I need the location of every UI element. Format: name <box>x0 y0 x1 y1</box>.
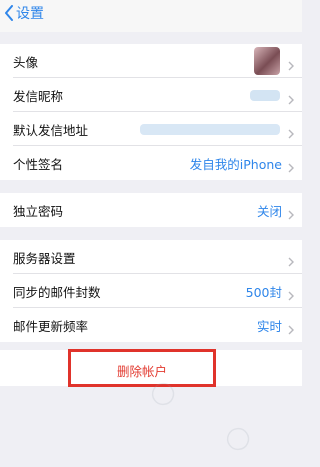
password-row[interactable]: 独立密码 关闭 <box>0 193 302 227</box>
chevron-right-icon <box>288 124 294 143</box>
chevron-right-icon <box>288 158 294 177</box>
chevron-right-icon <box>288 56 294 75</box>
signature-row[interactable]: 个性签名 发自我的iPhone <box>0 146 302 180</box>
server-group: 服务器设置 同步的邮件封数 500封 邮件更新频率 实时 <box>0 240 302 342</box>
delete-account-button[interactable]: 删除帐户 <box>68 349 216 387</box>
update-frequency-value: 实时 <box>256 319 282 334</box>
security-group: 独立密码 关闭 <box>0 193 302 227</box>
delete-account-label: 删除帐户 <box>116 364 167 379</box>
update-frequency-label: 邮件更新频率 <box>13 319 89 334</box>
chevron-right-icon <box>288 205 294 224</box>
avatar <box>254 47 280 75</box>
server-settings-row[interactable]: 服务器设置 <box>0 240 302 274</box>
avatar-label: 头像 <box>13 55 39 70</box>
back-label: 设置 <box>16 6 44 22</box>
default-address-label: 默认发信地址 <box>13 123 89 138</box>
chevron-right-icon <box>288 252 294 271</box>
sync-count-value: 500封 <box>245 285 282 300</box>
chevron-right-icon <box>288 320 294 339</box>
signature-value: 发自我的iPhone <box>189 157 282 172</box>
nickname-label: 发信昵称 <box>13 89 64 104</box>
chevron-right-icon <box>288 286 294 305</box>
nickname-row[interactable]: 发信昵称 <box>0 78 302 112</box>
navigation-bar: 设置 <box>0 0 302 32</box>
server-settings-label: 服务器设置 <box>13 251 76 266</box>
default-address-value-redacted <box>140 124 280 135</box>
signature-label: 个性签名 <box>13 157 64 172</box>
back-button[interactable]: 设置 <box>4 3 44 23</box>
update-frequency-row[interactable]: 邮件更新频率 实时 <box>0 308 302 342</box>
default-address-row[interactable]: 默认发信地址 <box>0 112 302 146</box>
password-value: 关闭 <box>256 204 282 219</box>
sync-count-label: 同步的邮件封数 <box>13 285 101 300</box>
avatar-row[interactable]: 头像 <box>0 44 302 78</box>
nickname-value-redacted <box>250 90 280 101</box>
password-label: 独立密码 <box>13 204 64 219</box>
watermark-mark: ◯ <box>219 420 255 455</box>
chevron-left-icon <box>4 5 14 21</box>
profile-group: 头像 发信昵称 默认发信地址 个性签名 发自我的iPhone <box>0 44 302 180</box>
sync-count-row[interactable]: 同步的邮件封数 500封 <box>0 274 302 308</box>
chevron-right-icon <box>288 90 294 109</box>
